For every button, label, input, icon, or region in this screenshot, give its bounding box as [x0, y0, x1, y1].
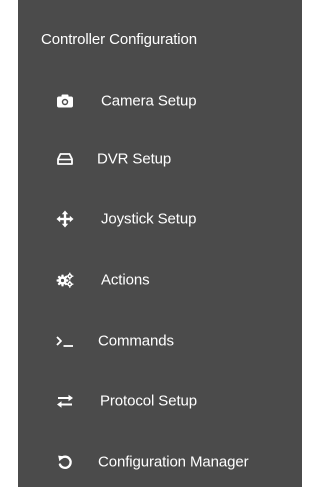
menu-item-configuration-manager[interactable]: Configuration Manager [18, 442, 302, 482]
undo-icon [55, 452, 75, 472]
menu-item-label: Joystick Setup [101, 210, 197, 228]
swap-arrows-icon [55, 391, 75, 411]
menu-item-dvr-setup[interactable]: DVR Setup [18, 139, 302, 179]
menu-item-label: Actions [101, 271, 150, 289]
controller-configuration-panel: Controller Configuration Camera Setup DV… [18, 0, 302, 487]
camera-icon [55, 91, 75, 111]
menu-item-actions[interactable]: Actions [18, 260, 302, 300]
menu-item-joystick-setup[interactable]: Joystick Setup [18, 199, 302, 239]
menu-item-label: DVR Setup [97, 150, 172, 168]
menu-item-label: Configuration Manager [98, 453, 249, 471]
panel-title: Controller Configuration [41, 31, 198, 48]
gears-icon [55, 270, 75, 290]
terminal-icon [55, 331, 75, 351]
menu-item-label: Commands [98, 332, 174, 350]
menu-item-label: Protocol Setup [100, 392, 197, 410]
move-arrows-icon [55, 209, 75, 229]
menu-item-commands[interactable]: Commands [18, 321, 302, 361]
menu-item-label: Camera Setup [101, 92, 197, 110]
menu-item-camera-setup[interactable]: Camera Setup [18, 81, 302, 121]
menu-item-protocol-setup[interactable]: Protocol Setup [18, 381, 302, 421]
dvr-icon [55, 149, 75, 169]
